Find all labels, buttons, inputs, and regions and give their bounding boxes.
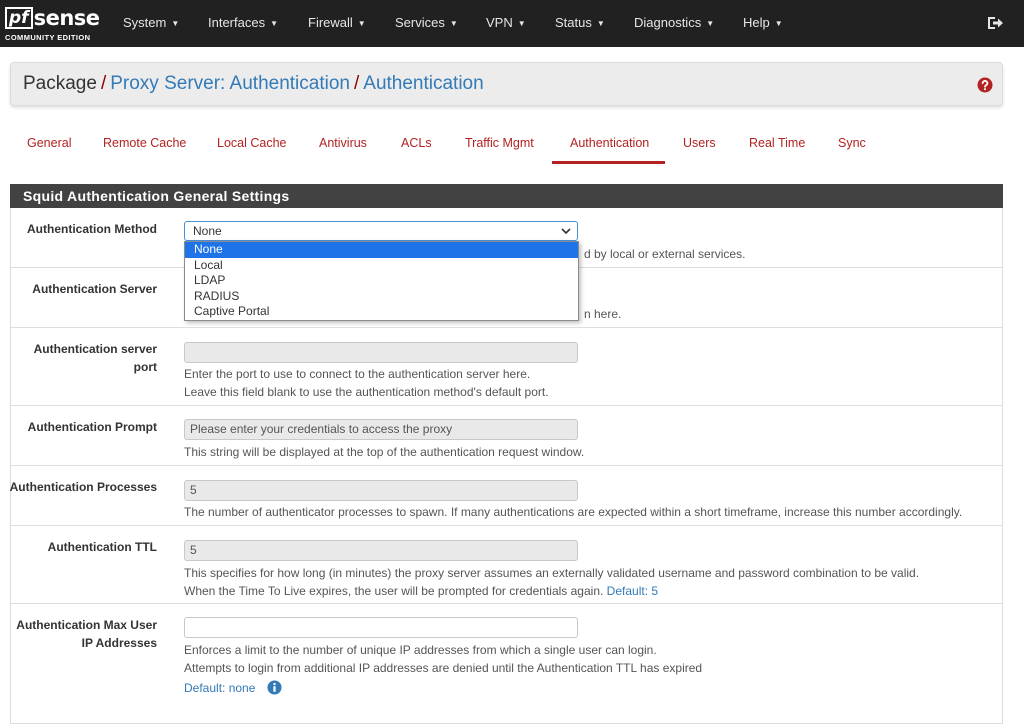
auth-ttl-default-link[interactable]: Default: 5 <box>607 584 658 598</box>
nav-diagnostics-menu[interactable]: Diagnostics ▼ <box>634 0 714 47</box>
auth-port-help-2: Leave this field blank to use the authen… <box>184 385 549 399</box>
active-tab-indicator <box>552 161 665 164</box>
tab-antivirus[interactable]: Antivirus <box>319 135 367 165</box>
logo-edition-text: COMMUNITY EDITION <box>5 33 91 42</box>
auth-max-ip-default-row: Default: none <box>184 679 282 697</box>
caret-down-icon: ▼ <box>270 18 279 28</box>
pfsense-logo[interactable]: pf sense COMMUNITY EDITION <box>5 6 101 44</box>
caret-down-icon: ▼ <box>171 18 180 28</box>
nav-item-label: Diagnostics <box>634 15 702 30</box>
nav-status-menu[interactable]: Status ▼ <box>555 0 605 47</box>
tab-traffic-mgmt[interactable]: Traffic Mgmt <box>465 135 534 165</box>
nav-system-menu[interactable]: System ▼ <box>123 0 179 47</box>
breadcrumb: Package / Proxy Server: Authentication / Aut… <box>23 63 484 105</box>
dropdown-option-radius[interactable]: RADIUS <box>185 289 578 305</box>
auth-port-label-line2: port <box>133 360 157 374</box>
tab-sync[interactable]: Sync <box>838 135 866 165</box>
auth-port-help-1: Enter the port to use to connect to the … <box>184 367 531 381</box>
tab-remote-cache[interactable]: Remote Cache <box>103 135 186 165</box>
auth-ttl-label: Authentication TTL <box>47 540 157 554</box>
auth-prompt-input[interactable]: Please enter your credentials to access … <box>184 419 578 440</box>
nav-firewall-menu[interactable]: Firewall ▼ <box>308 0 366 47</box>
dropdown-option-ldap[interactable]: LDAP <box>185 273 578 289</box>
caret-down-icon: ▼ <box>449 18 458 28</box>
auth-processes-input[interactable]: 5 <box>184 480 578 501</box>
nav-item-label: Interfaces <box>208 15 266 30</box>
panel-title: Squid Authentication General Settings <box>10 184 1003 208</box>
logout-icon[interactable] <box>986 14 1004 32</box>
dropdown-option-captive-portal[interactable]: Captive Portal <box>185 304 578 320</box>
auth-port-label-line1: Authentication server <box>33 342 157 356</box>
breadcrumb-root: Package <box>23 73 97 94</box>
caret-down-icon: ▼ <box>357 18 366 28</box>
auth-max-ip-label-line2: IP Addresses <box>81 636 157 650</box>
dropdown-option-local[interactable]: Local <box>185 258 578 274</box>
chevron-down-icon <box>561 228 571 235</box>
row-auth-max-ip: Authentication Max User IP Addresses Enf… <box>11 603 1002 708</box>
auth-max-ip-input[interactable] <box>184 617 578 638</box>
info-circle-icon[interactable] <box>267 680 282 695</box>
nav-services-menu[interactable]: Services ▼ <box>395 0 458 47</box>
auth-server-label: Authentication Server <box>32 282 157 296</box>
auth-ttl-help-2: When the Time To Live expires, the user … <box>184 582 658 600</box>
tab-general[interactable]: General <box>27 135 71 165</box>
auth-method-selected-value: None <box>193 224 222 238</box>
auth-processes-help: The number of authenticator processes to… <box>184 505 963 519</box>
row-auth-ttl: Authentication TTL 5 This specifies for … <box>11 525 1002 604</box>
logo-sense-text: sense <box>33 6 100 30</box>
tab-local-cache[interactable]: Local Cache <box>217 135 287 165</box>
row-auth-prompt: Authentication Prompt Please enter your … <box>11 405 1002 466</box>
auth-method-dropdown: None Local LDAP RADIUS Captive Portal <box>184 241 579 321</box>
top-navbar: pf sense COMMUNITY EDITION System ▼ Interf… <box>0 0 1024 47</box>
tab-acls[interactable]: ACLs <box>401 135 432 165</box>
auth-max-ip-help-2: Attempts to login from additional IP add… <box>184 661 703 675</box>
question-circle-icon[interactable] <box>977 77 993 93</box>
auth-server-help: n here. <box>584 307 622 321</box>
nav-item-label: VPN <box>486 15 513 30</box>
auth-prompt-help: This string will be displayed at the top… <box>184 445 585 459</box>
caret-down-icon: ▼ <box>596 18 605 28</box>
breadcrumb-link-authentication[interactable]: Authentication <box>363 73 483 94</box>
breadcrumb-bar: Package / Proxy Server: Authentication / Aut… <box>10 62 1003 106</box>
breadcrumb-separator: / <box>353 73 360 94</box>
logo-pf-box: pf <box>5 7 33 29</box>
auth-method-label: Authentication Method <box>27 222 157 236</box>
auth-processes-label: Authentication Processes <box>9 480 157 494</box>
nav-item-label: Firewall <box>308 15 353 30</box>
nav-item-label: Help <box>743 15 770 30</box>
nav-item-label: Status <box>555 15 592 30</box>
auth-max-ip-label-line1: Authentication Max User <box>16 618 157 632</box>
nav-interfaces-menu[interactable]: Interfaces ▼ <box>208 0 278 47</box>
auth-method-select[interactable]: None <box>184 221 578 241</box>
caret-down-icon: ▼ <box>706 18 715 28</box>
nav-help-menu[interactable]: Help ▼ <box>743 0 783 47</box>
auth-ttl-help-1: This specifies for how long (in minutes)… <box>184 566 920 580</box>
row-auth-server-port: Authentication server port Enter the por… <box>11 327 1002 406</box>
auth-max-ip-help-1: Enforces a limit to the number of unique… <box>184 643 657 657</box>
auth-prompt-label: Authentication Prompt <box>27 420 157 434</box>
breadcrumb-separator: / <box>100 73 107 94</box>
auth-ttl-help-2-text: When the Time To Live expires, the user … <box>184 584 604 598</box>
logo-wordmark: pf sense <box>5 6 100 30</box>
auth-method-help: d by local or external services. <box>584 247 746 261</box>
auth-max-ip-default-link[interactable]: Default: none <box>184 681 255 695</box>
tab-users[interactable]: Users <box>683 135 716 165</box>
caret-down-icon: ▼ <box>517 18 526 28</box>
nav-item-label: System <box>123 15 167 30</box>
breadcrumb-link-proxy-auth[interactable]: Proxy Server: Authentication <box>110 73 350 94</box>
nav-vpn-menu[interactable]: VPN ▼ <box>486 0 526 47</box>
dropdown-option-none[interactable]: None <box>185 242 578 258</box>
auth-port-input[interactable] <box>184 342 578 363</box>
row-auth-processes: Authentication Processes 5 The number of… <box>9 465 1002 526</box>
auth-ttl-input[interactable]: 5 <box>184 540 578 561</box>
tab-real-time[interactable]: Real Time <box>749 135 805 165</box>
nav-item-label: Services <box>395 15 445 30</box>
caret-down-icon: ▼ <box>774 18 783 28</box>
